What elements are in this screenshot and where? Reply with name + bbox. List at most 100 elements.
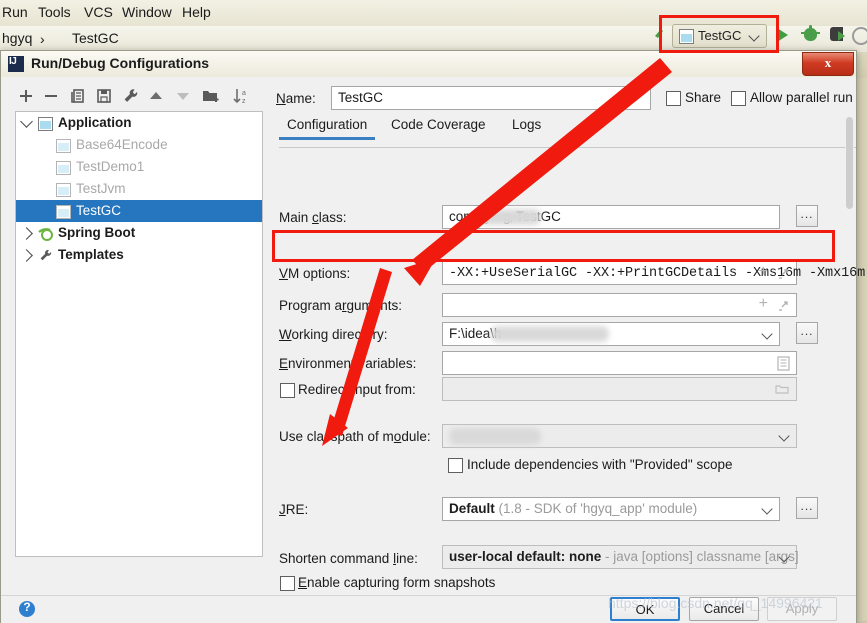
share-checkbox[interactable] xyxy=(666,91,681,106)
intellij-logo-icon xyxy=(8,56,24,72)
vm-options-input[interactable]: -XX:+UseSerialGC -XX:+PrintGCDetails -Xm… xyxy=(442,261,865,285)
include-provided-checkbox[interactable] xyxy=(448,458,463,473)
redirect-input-checkbox[interactable] xyxy=(280,383,295,398)
environment-variables-input[interactable] xyxy=(442,351,797,375)
main-class-label: Main class: xyxy=(279,210,347,225)
attach-profiler-icon[interactable] xyxy=(830,27,845,41)
tab-configuration[interactable]: Configuration xyxy=(278,117,376,140)
chevron-right-icon[interactable] xyxy=(20,227,33,240)
ellipsis-icon: ... xyxy=(800,499,814,513)
application-icon xyxy=(56,183,71,197)
sort-alphabetically-icon[interactable]: az xyxy=(230,85,252,107)
application-icon xyxy=(56,139,71,153)
tree-item-base64encode[interactable]: Base64Encode xyxy=(16,134,262,156)
main-class-input[interactable]: com.hy…g, TestGC xyxy=(442,205,780,229)
allow-parallel-run-checkbox[interactable] xyxy=(731,91,746,106)
name-input[interactable]: TestGC xyxy=(331,86,651,110)
application-icon xyxy=(38,117,53,131)
working-directory-label: Working directory: xyxy=(279,327,388,342)
jre-label: JRE: xyxy=(279,502,309,517)
copy-configuration-icon[interactable] xyxy=(67,85,89,107)
vm-options-label: VM options: xyxy=(279,266,351,281)
run-configuration-selector[interactable]: TestGC xyxy=(672,24,767,48)
debug-icon[interactable] xyxy=(801,25,820,41)
new-folder-icon[interactable] xyxy=(200,85,222,107)
tree-item-label: Application xyxy=(58,115,132,130)
include-provided-label: Include dependencies with "Provided" sco… xyxy=(467,457,733,472)
tree-item-templates[interactable]: Templates xyxy=(16,244,262,266)
chevron-down-icon[interactable] xyxy=(20,115,33,128)
shorten-command-line-value: user-local default: none - java [options… xyxy=(449,549,799,564)
classpath-module-select[interactable] xyxy=(442,424,797,448)
tree-item-testdemo1[interactable]: TestDemo1 xyxy=(16,156,262,178)
redacted-region xyxy=(449,428,541,445)
insert-macro-icon[interactable]: + xyxy=(759,295,768,313)
jre-select[interactable]: Default (1.8 - SDK of 'hgyq_app' module) xyxy=(442,497,780,521)
menu-item-vcs[interactable]: VCS xyxy=(84,4,113,20)
ellipsis-icon: ... xyxy=(800,207,814,221)
jre-browse-button[interactable]: ... xyxy=(796,497,818,519)
form-scrollbar-thumb[interactable] xyxy=(846,117,853,209)
tab-code-coverage[interactable]: Code Coverage xyxy=(391,117,486,140)
add-configuration-button[interactable] xyxy=(15,85,37,107)
classpath-module-label: Use classpath of module: xyxy=(279,429,431,444)
redirect-input-path-input xyxy=(442,377,797,401)
working-directory-input[interactable]: F:\idea\h xyxy=(442,322,780,346)
redirect-input-label: Redirect input from: xyxy=(298,382,416,397)
tree-item-testgc[interactable]: TestGC xyxy=(16,200,262,222)
name-label: Name: xyxy=(276,91,316,106)
svg-text:z: z xyxy=(242,98,246,105)
tree-item-label: Spring Boot xyxy=(58,225,136,240)
allow-parallel-run-label: Allow parallel run xyxy=(750,90,853,105)
insert-macro-icon[interactable]: + xyxy=(759,263,768,281)
remove-configuration-button[interactable] xyxy=(40,85,62,107)
make-project-icon[interactable] xyxy=(652,25,670,46)
save-configuration-icon[interactable] xyxy=(93,85,115,107)
breadcrumb-file[interactable]: TestGC xyxy=(72,30,119,46)
menu-item-run[interactable]: Run xyxy=(2,4,28,20)
expand-editor-icon[interactable] xyxy=(778,267,789,279)
edit-list-icon[interactable] xyxy=(777,356,790,371)
tree-item-spring-boot[interactable]: Spring Boot xyxy=(16,222,262,244)
edit-templates-wrench-icon[interactable] xyxy=(120,85,142,107)
tabs-divider xyxy=(279,147,856,148)
breadcrumb-project[interactable]: hgyq xyxy=(2,30,32,46)
menu-item-tools[interactable]: Tools xyxy=(38,4,71,20)
tab-logs[interactable]: Logs xyxy=(512,117,541,140)
shorten-command-line-select[interactable]: user-local default: none - java [options… xyxy=(442,545,799,569)
tree-item-label: TestDemo1 xyxy=(76,159,145,174)
form-scrollbar[interactable] xyxy=(845,117,854,595)
expand-editor-icon[interactable] xyxy=(778,299,789,311)
history-icon[interactable] xyxy=(852,27,867,45)
help-icon[interactable] xyxy=(19,600,35,617)
chevron-right-icon[interactable] xyxy=(20,249,33,262)
close-button[interactable]: x xyxy=(802,52,854,76)
menu-item-window[interactable]: Window xyxy=(122,4,172,20)
working-directory-browse-button[interactable]: ... xyxy=(796,322,818,344)
application-icon xyxy=(56,161,71,175)
run-config-name: TestGC xyxy=(698,28,742,43)
configurations-tree[interactable]: Application Base64Encode TestDemo1 TestJ… xyxy=(15,111,263,557)
move-up-icon[interactable] xyxy=(145,85,167,107)
enable-snapshots-checkbox[interactable] xyxy=(280,576,295,591)
close-icon: x xyxy=(824,55,832,70)
breadcrumb-separator: › xyxy=(40,31,45,47)
tree-item-label: Base64Encode xyxy=(76,137,168,152)
jre-value: Default (1.8 - SDK of 'hgyq_app' module) xyxy=(449,501,698,516)
move-down-icon[interactable] xyxy=(172,85,194,107)
program-arguments-label: Program arguments: xyxy=(279,298,403,313)
program-arguments-input[interactable]: + xyxy=(442,293,797,317)
tree-item-testjvm[interactable]: TestJvm xyxy=(16,178,262,200)
main-class-browse-button[interactable]: ... xyxy=(796,205,818,227)
menu-item-help[interactable]: Help xyxy=(182,4,211,20)
chevron-down-icon xyxy=(748,30,760,42)
chevron-down-icon[interactable] xyxy=(761,503,773,515)
application-icon xyxy=(679,29,694,44)
chevron-down-icon[interactable] xyxy=(761,328,773,340)
run-icon[interactable] xyxy=(777,28,788,42)
ellipsis-icon: ... xyxy=(800,324,814,338)
wrench-icon xyxy=(38,248,53,262)
tree-item-application[interactable]: Application xyxy=(16,112,262,134)
chevron-down-icon[interactable] xyxy=(778,430,790,442)
dialog-title: Run/Debug Configurations xyxy=(31,55,210,71)
